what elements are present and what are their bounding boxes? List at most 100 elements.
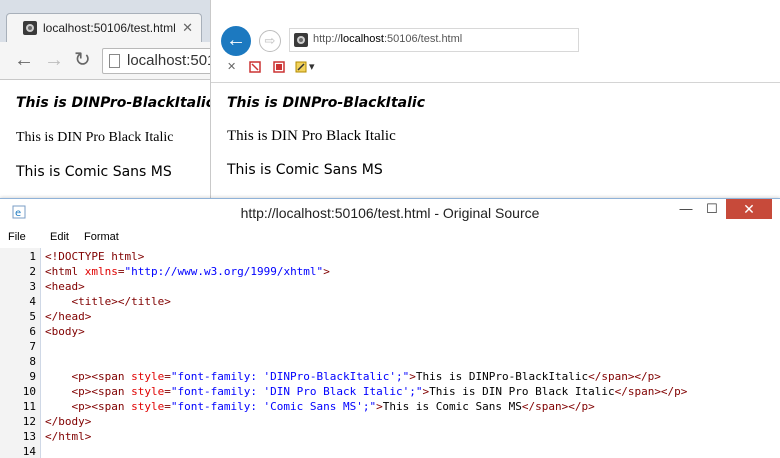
code-token: "font-family: 'DIN Pro Black Italic';"	[170, 385, 423, 398]
page-icon	[109, 54, 120, 68]
code-token: =	[164, 385, 171, 398]
code-token: >	[409, 370, 416, 383]
code-line: 14	[0, 444, 780, 458]
close-icon[interactable]: ✕	[182, 20, 193, 36]
ie-navigation-bar: ← ⇨ http://localhost:50106/test.html ✕ ▾	[211, 0, 780, 83]
code-line: 5 </head>	[0, 309, 780, 324]
chevron-down-icon[interactable]: ▾	[309, 60, 315, 74]
source-window: e http://localhost:50106/test.html - Ori…	[0, 198, 780, 458]
code-text: <p><span style="font-family: 'Comic Sans…	[45, 399, 594, 414]
line-number: 1	[29, 250, 36, 263]
code-line: 12 </body>	[0, 414, 780, 429]
edit-icon[interactable]	[295, 61, 307, 73]
code-token: </html>	[45, 430, 92, 443]
dinpro-line: This is DINPro-BlackItalic	[227, 95, 426, 111]
source-code-area[interactable]: 1 <!DOCTYPE html> 2 <html xmlns="http://www…	[0, 248, 780, 458]
line-number: 2	[29, 265, 36, 278]
menu-format[interactable]: Format	[84, 231, 119, 243]
forward-button[interactable]: ⇨	[259, 30, 281, 52]
line-number: 14	[22, 445, 36, 458]
code-token: <p><span	[45, 370, 132, 383]
ie-window: ← ⇨ http://localhost:50106/test.html ✕ ▾…	[211, 0, 780, 200]
code-text: <html xmlns="http://www.w3.org/1999/xhtm…	[45, 264, 330, 279]
close-button[interactable]: ✕	[726, 199, 772, 219]
url-host: localhost	[340, 33, 384, 45]
line-number: 5	[29, 310, 36, 323]
line-number: 6	[29, 325, 36, 338]
source-window-title: http://localhost:50106/test.html - Origi…	[240, 205, 540, 221]
code-token: </span></p>	[614, 385, 688, 398]
chrome-omnibox[interactable]: localhost:50106	[102, 48, 210, 74]
line-number: 9	[29, 370, 36, 383]
code-text: </html>	[45, 429, 91, 444]
line-number: 10	[22, 385, 36, 398]
css-icon[interactable]	[273, 61, 285, 73]
code-token: =	[164, 370, 171, 383]
code-token: =	[164, 400, 171, 413]
minimize-button[interactable]: —	[672, 199, 700, 219]
comic-sans-line: This is Comic Sans MS	[16, 164, 172, 180]
code-line: 10 <p><span style="font-family: 'DIN Pro…	[0, 384, 780, 399]
din-pro-line: This is DIN Pro Black Italic	[227, 128, 396, 144]
url-rest: :50106/test.html	[383, 33, 463, 45]
code-token: "font-family: 'DINPro-BlackItalic';"	[170, 370, 410, 383]
url-prefix: http://	[313, 33, 341, 45]
code-token: This is DIN Pro Black Italic	[429, 385, 615, 398]
code-token: </body>	[45, 415, 92, 428]
code-token: This is Comic Sans MS	[382, 400, 522, 413]
chrome-tab-title: localhost:50106/test.html	[43, 21, 176, 35]
chrome-tab[interactable]: localhost:50106/test.html ✕	[6, 13, 202, 42]
code-text: <title></title>	[45, 294, 171, 309]
page-favicon-icon	[294, 33, 308, 47]
source-title-bar: e http://localhost:50106/test.html - Ori…	[0, 199, 780, 227]
code-token: <p><span	[45, 400, 132, 413]
menu-edit[interactable]: Edit	[50, 231, 69, 243]
code-token: style	[131, 400, 165, 413]
code-line: 9 <p><span style="font-family: 'DINPro-B…	[0, 369, 780, 384]
code-token: xmlns	[84, 265, 118, 278]
maximize-button[interactable]: ☐	[698, 199, 726, 219]
reload-icon[interactable]: ↻	[74, 49, 91, 71]
code-token: "font-family: 'Comic Sans MS';"	[170, 400, 377, 413]
code-text: <head>	[45, 279, 85, 294]
code-line: 13 </html>	[0, 429, 780, 444]
back-button[interactable]: ←	[221, 26, 251, 56]
ie-address-bar[interactable]: http://localhost:50106/test.html	[289, 28, 579, 52]
forward-arrow-icon[interactable]: →	[44, 49, 64, 71]
code-token: =	[117, 265, 125, 278]
line-number: 4	[29, 295, 36, 308]
disable-icon[interactable]	[249, 61, 261, 73]
ie-url: http://localhost:50106/test.html	[313, 33, 462, 45]
code-line: 2 <html xmlns="http://www.w3.org/1999/xht…	[0, 264, 780, 279]
code-token: <html	[45, 265, 85, 278]
code-token: <title></title>	[45, 295, 171, 308]
chrome-tab-strip: localhost:50106/test.html ✕	[0, 0, 210, 42]
din-pro-line: This is DIN Pro Black Italic	[16, 130, 174, 145]
code-line: 11 <p><span style="font-family: 'Comic S…	[0, 399, 780, 414]
code-line: 7	[0, 339, 780, 354]
stop-icon[interactable]: ✕	[227, 60, 236, 74]
code-token: <!DOCTYPE html>	[45, 250, 145, 263]
code-text: <!DOCTYPE html>	[45, 249, 144, 264]
line-number: 8	[29, 355, 36, 368]
code-token: </span></p>	[588, 370, 661, 383]
dinpro-line: This is DINPro-BlackItalic	[16, 95, 211, 111]
back-arrow-icon[interactable]: ←	[14, 49, 34, 71]
code-token: "http://www.w3.org/1999/xhtml"	[124, 265, 324, 278]
code-token: </head>	[45, 310, 92, 323]
code-text: <p><span style="font-family: 'DIN Pro Bl…	[45, 384, 687, 399]
code-token: <head>	[45, 280, 85, 293]
code-token: This is DINPro-BlackItalic	[415, 370, 589, 383]
menu-file[interactable]: File	[8, 231, 26, 243]
line-number: 11	[22, 400, 36, 413]
code-line: 8	[0, 354, 780, 369]
code-line: 3 <head>	[0, 279, 780, 294]
code-token: style	[131, 385, 165, 398]
chrome-address-text: localhost:50106	[127, 52, 210, 69]
code-text: </body>	[45, 414, 91, 429]
code-token: >	[323, 265, 330, 278]
ie-page-content: This is DINPro-BlackItalic This is DIN P…	[227, 95, 425, 178]
line-number: 12	[22, 415, 36, 428]
code-line: 6 <body>	[0, 324, 780, 339]
comic-sans-line: This is Comic Sans MS	[227, 162, 383, 178]
